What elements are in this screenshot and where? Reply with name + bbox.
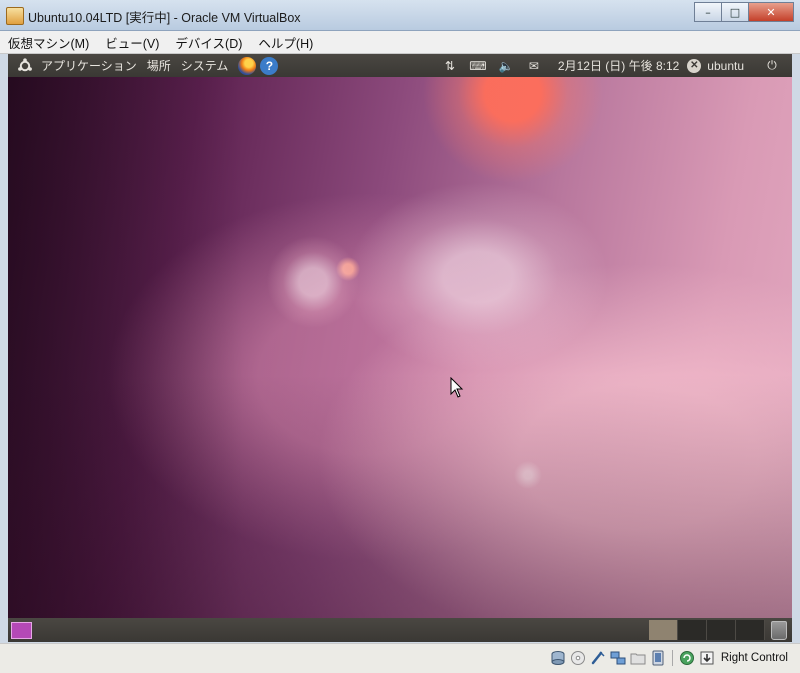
trash-icon[interactable] bbox=[771, 621, 787, 640]
gnome-bottom-panel bbox=[8, 618, 792, 642]
display-icon[interactable] bbox=[650, 650, 666, 666]
optical-drive-icon[interactable] bbox=[570, 650, 586, 666]
shared-folders-icon[interactable] bbox=[630, 650, 646, 666]
keyboard-icon[interactable]: ⌨ bbox=[469, 58, 487, 74]
mail-icon[interactable]: ✉ bbox=[525, 58, 543, 74]
network-icon[interactable]: ⇅ bbox=[441, 58, 459, 74]
panel-tray: ⇅ ⌨ 🔈 ✉ 2月12日 (日) 午後 8:12 ✕ ubuntu ⏻ bbox=[436, 54, 786, 77]
workspace-2[interactable] bbox=[678, 620, 707, 640]
seamless-icon[interactable] bbox=[679, 650, 695, 666]
close-button[interactable]: ✕ bbox=[749, 2, 794, 22]
user-status-icon[interactable]: ✕ bbox=[687, 58, 702, 73]
vm-display[interactable]: アプリケーション 場所 システム ? ⇅ ⌨ 🔈 ✉ 2月12日 (日) 午後 … bbox=[8, 54, 792, 642]
ubuntu-logo-icon[interactable] bbox=[17, 57, 33, 74]
hard-disk-icon[interactable] bbox=[550, 650, 566, 666]
places-menu[interactable]: 場所 bbox=[147, 57, 171, 74]
workspace-switcher[interactable] bbox=[649, 620, 765, 640]
window-title: Ubuntu10.04LTD [実行中] - Oracle VM Virtual… bbox=[28, 11, 301, 25]
window-titlebar[interactable]: Ubuntu10.04LTD [実行中] - Oracle VM Virtual… bbox=[0, 0, 800, 31]
menu-devices[interactable]: デバイス(D) bbox=[167, 33, 250, 52]
workspace-1[interactable] bbox=[649, 620, 678, 640]
applications-menu[interactable]: アプリケーション bbox=[41, 57, 137, 74]
workspace-3[interactable] bbox=[707, 620, 736, 640]
panel-clock[interactable]: 2月12日 (日) 午後 8:12 bbox=[558, 57, 679, 74]
menu-help[interactable]: ヘルプ(H) bbox=[250, 33, 321, 52]
minimize-button[interactable]: – bbox=[694, 2, 722, 22]
power-icon[interactable]: ⏻ bbox=[763, 58, 781, 74]
vbox-menubar: 仮想マシン(M) ビュー(V) デバイス(D) ヘルプ(H) bbox=[0, 31, 800, 54]
network-adapters-icon[interactable] bbox=[610, 650, 626, 666]
workspace-4[interactable] bbox=[736, 620, 765, 640]
usb-icon[interactable] bbox=[590, 650, 606, 666]
status-separator bbox=[671, 650, 673, 666]
show-desktop-icon[interactable] bbox=[11, 622, 32, 639]
mouse-integration-icon[interactable] bbox=[699, 650, 715, 666]
vbox-statusbar: Right Control bbox=[0, 643, 800, 673]
host-key-label: Right Control bbox=[720, 652, 788, 664]
gnome-top-panel: アプリケーション 場所 システム ? ⇅ ⌨ 🔈 ✉ 2月12日 (日) 午後 … bbox=[8, 54, 792, 77]
maximize-button[interactable]: □ bbox=[722, 2, 749, 22]
virtualbox-app-icon bbox=[6, 7, 24, 25]
help-icon[interactable]: ? bbox=[260, 56, 279, 75]
mouse-cursor-icon bbox=[450, 377, 464, 398]
menu-view[interactable]: ビュー(V) bbox=[97, 33, 167, 52]
window-controls: – □ ✕ bbox=[694, 2, 794, 22]
user-menu[interactable]: ubuntu bbox=[707, 59, 744, 73]
system-menu[interactable]: システム bbox=[181, 57, 229, 74]
desktop-background[interactable] bbox=[8, 77, 792, 618]
menu-machine[interactable]: 仮想マシン(M) bbox=[0, 33, 97, 52]
volume-icon[interactable]: 🔈 bbox=[497, 58, 515, 74]
firefox-icon[interactable] bbox=[238, 56, 257, 75]
device-status-icons: Right Control bbox=[548, 648, 788, 668]
